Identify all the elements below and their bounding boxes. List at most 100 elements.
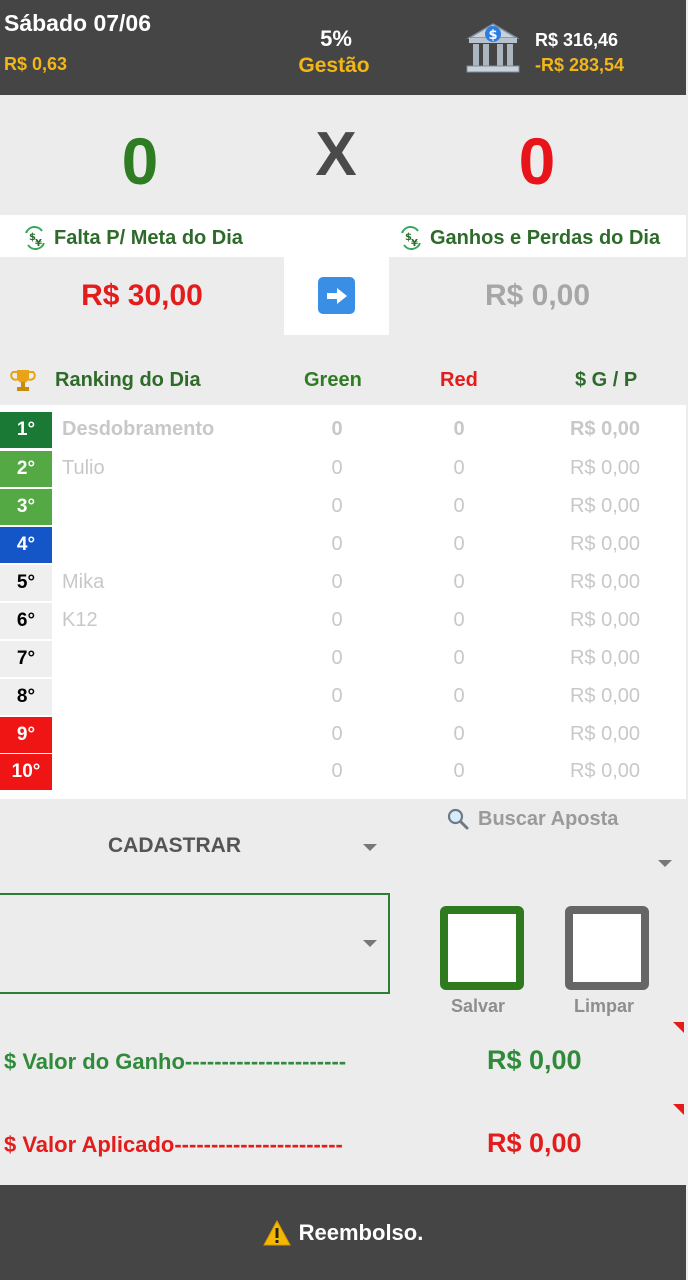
bank-icon[interactable]: $ xyxy=(465,20,521,76)
svg-text:¥: ¥ xyxy=(411,238,418,249)
green-value: 0 xyxy=(331,685,343,707)
player-name: Mika xyxy=(62,571,105,593)
red-value: 0 xyxy=(453,571,465,593)
position-badge: 7° xyxy=(0,641,52,677)
red-value: 0 xyxy=(453,685,465,707)
gain-loss-value: R$ 0,00 xyxy=(569,647,641,669)
refund-label: Reembolso. xyxy=(298,1219,424,1245)
position-badge: 5° xyxy=(0,565,52,601)
red-value: 0 xyxy=(453,533,465,555)
search-bet-dropdown[interactable]: Buscar Aposta xyxy=(446,807,618,831)
search-icon xyxy=(447,808,469,830)
gain-loss-value: R$ 0,00 xyxy=(569,760,641,782)
gestao-percent[interactable]: 5% xyxy=(290,26,382,52)
green-count: 0 xyxy=(121,124,159,198)
position-badge: 4° xyxy=(0,527,52,563)
balance-diff-value: -R$ 283,54 xyxy=(535,55,625,75)
ranking-row[interactable]: 2° Tulio 0 0 R$ 0,00 xyxy=(0,451,686,487)
ranking-row[interactable]: 8° 0 0 R$ 0,00 xyxy=(0,679,686,715)
player-name: Tulio xyxy=(62,457,105,479)
gestao-button[interactable]: Gestão xyxy=(284,54,384,78)
gain-loss-value: R$ 0,00 xyxy=(569,495,641,517)
warning-icon xyxy=(262,1219,291,1245)
position-badge: 10° xyxy=(0,754,52,790)
gains-losses-value: R$ 0,00 xyxy=(389,257,686,335)
ranking-title: Ranking do Dia xyxy=(55,369,201,391)
gain-amount-label: $ Valor do Ganho---------------------- xyxy=(4,1049,347,1074)
target-remaining-title: $ ¥ Falta P/ Meta do Dia xyxy=(22,225,243,251)
green-value: 0 xyxy=(331,571,343,593)
red-value: 0 xyxy=(453,760,465,782)
green-value: 0 xyxy=(331,609,343,631)
gain-field-marker xyxy=(673,1022,684,1033)
ranking-header: Ranking do Dia Green Red $ G / P xyxy=(0,355,686,405)
red-value: 0 xyxy=(453,418,465,440)
refund-button[interactable]: Reembolso. xyxy=(0,1185,686,1280)
chevron-down-icon[interactable] xyxy=(363,940,377,947)
cadastrar-dropdown[interactable]: CADASTRAR xyxy=(108,834,241,858)
date-label: Sábado 07/06 xyxy=(4,10,152,36)
gain-loss-value: R$ 0,00 xyxy=(569,685,641,707)
clear-checkbox[interactable] xyxy=(565,906,649,990)
player-name: Desdobramento xyxy=(62,418,215,440)
ranking-row[interactable]: 9° 0 0 R$ 0,00 xyxy=(0,717,686,753)
position-badge: 3° xyxy=(0,489,52,525)
applied-amount-label: $ Valor Aplicado----------------------- xyxy=(4,1132,343,1157)
bet-select-box[interactable] xyxy=(0,893,390,994)
trophy-icon xyxy=(10,370,36,391)
bet-form: CADASTRAR Buscar Aposta Salvar Limpar $ … xyxy=(0,799,686,1185)
save-label: Salvar xyxy=(450,996,506,1016)
daily-target-panel: $ ¥ Falta P/ Meta do Dia $ ¥ Ganhos e Pe… xyxy=(0,215,686,335)
gain-loss-value: R$ 0,00 xyxy=(569,418,641,440)
currency-exchange-icon: $ ¥ xyxy=(25,226,45,250)
ranking-row[interactable]: 10° 0 0 R$ 0,00 xyxy=(0,754,686,790)
clear-label: Limpar xyxy=(573,996,634,1016)
red-value: 0 xyxy=(453,647,465,669)
column-green: Green xyxy=(304,369,362,391)
gains-losses-title: $ ¥ Ganhos e Perdas do Dia xyxy=(398,225,660,251)
gain-loss-value: R$ 0,00 xyxy=(569,571,641,593)
player-name: K12 xyxy=(62,609,98,631)
day-result-value: R$ 0,63 xyxy=(4,54,68,74)
target-remaining-value: R$ 30,00 xyxy=(0,257,284,335)
position-badge: 8° xyxy=(0,679,52,715)
ranking-row[interactable]: 6° K12 0 0 R$ 0,00 xyxy=(0,603,686,639)
ranking-row[interactable]: 1° Desdobramento 0 0 R$ 0,00 xyxy=(0,412,686,448)
ranking-row[interactable]: 4° 0 0 R$ 0,00 xyxy=(0,527,686,563)
gain-loss-value: R$ 0,00 xyxy=(569,457,641,479)
ranking-row[interactable]: 3° 0 0 R$ 0,00 xyxy=(0,489,686,525)
position-badge: 9° xyxy=(0,717,52,753)
gain-loss-value: R$ 0,00 xyxy=(569,533,641,555)
applied-field-marker xyxy=(673,1104,684,1115)
daily-ranking: Ranking do Dia Green Red $ G / P 1° Desd… xyxy=(0,355,686,799)
red-value: 0 xyxy=(453,723,465,745)
gain-loss-value: R$ 0,00 xyxy=(569,609,641,631)
position-badge: 2° xyxy=(0,451,52,487)
green-value: 0 xyxy=(331,457,343,479)
position-badge: 1° xyxy=(0,412,52,448)
svg-text:$: $ xyxy=(488,28,497,43)
red-value: 0 xyxy=(453,457,465,479)
green-value: 0 xyxy=(331,723,343,745)
green-value: 0 xyxy=(331,495,343,517)
gain-amount-value[interactable]: R$ 0,00 xyxy=(487,1045,582,1076)
ranking-row[interactable]: 5° Mika 0 0 R$ 0,00 xyxy=(0,565,686,601)
save-checkbox[interactable] xyxy=(440,906,524,990)
column-gain-loss: $ G / P xyxy=(575,369,638,391)
arrow-right-icon[interactable] xyxy=(318,277,355,314)
applied-amount-value[interactable]: R$ 0,00 xyxy=(487,1128,582,1159)
red-value: 0 xyxy=(453,495,465,517)
scoreboard: 0 X 0 xyxy=(0,95,686,215)
chevron-down-icon[interactable] xyxy=(363,844,377,851)
column-red: Red xyxy=(440,369,478,391)
gain-loss-value: R$ 0,00 xyxy=(569,723,641,745)
balance-value: R$ 316,46 xyxy=(535,30,619,50)
red-value: 0 xyxy=(453,609,465,631)
green-value: 0 xyxy=(331,533,343,555)
green-value: 0 xyxy=(331,418,343,440)
green-value: 0 xyxy=(331,760,343,782)
ranking-row[interactable]: 7° 0 0 R$ 0,00 xyxy=(0,641,686,677)
svg-text:¥: ¥ xyxy=(35,238,42,249)
red-count: 0 xyxy=(518,124,556,198)
chevron-down-icon[interactable] xyxy=(658,860,672,867)
